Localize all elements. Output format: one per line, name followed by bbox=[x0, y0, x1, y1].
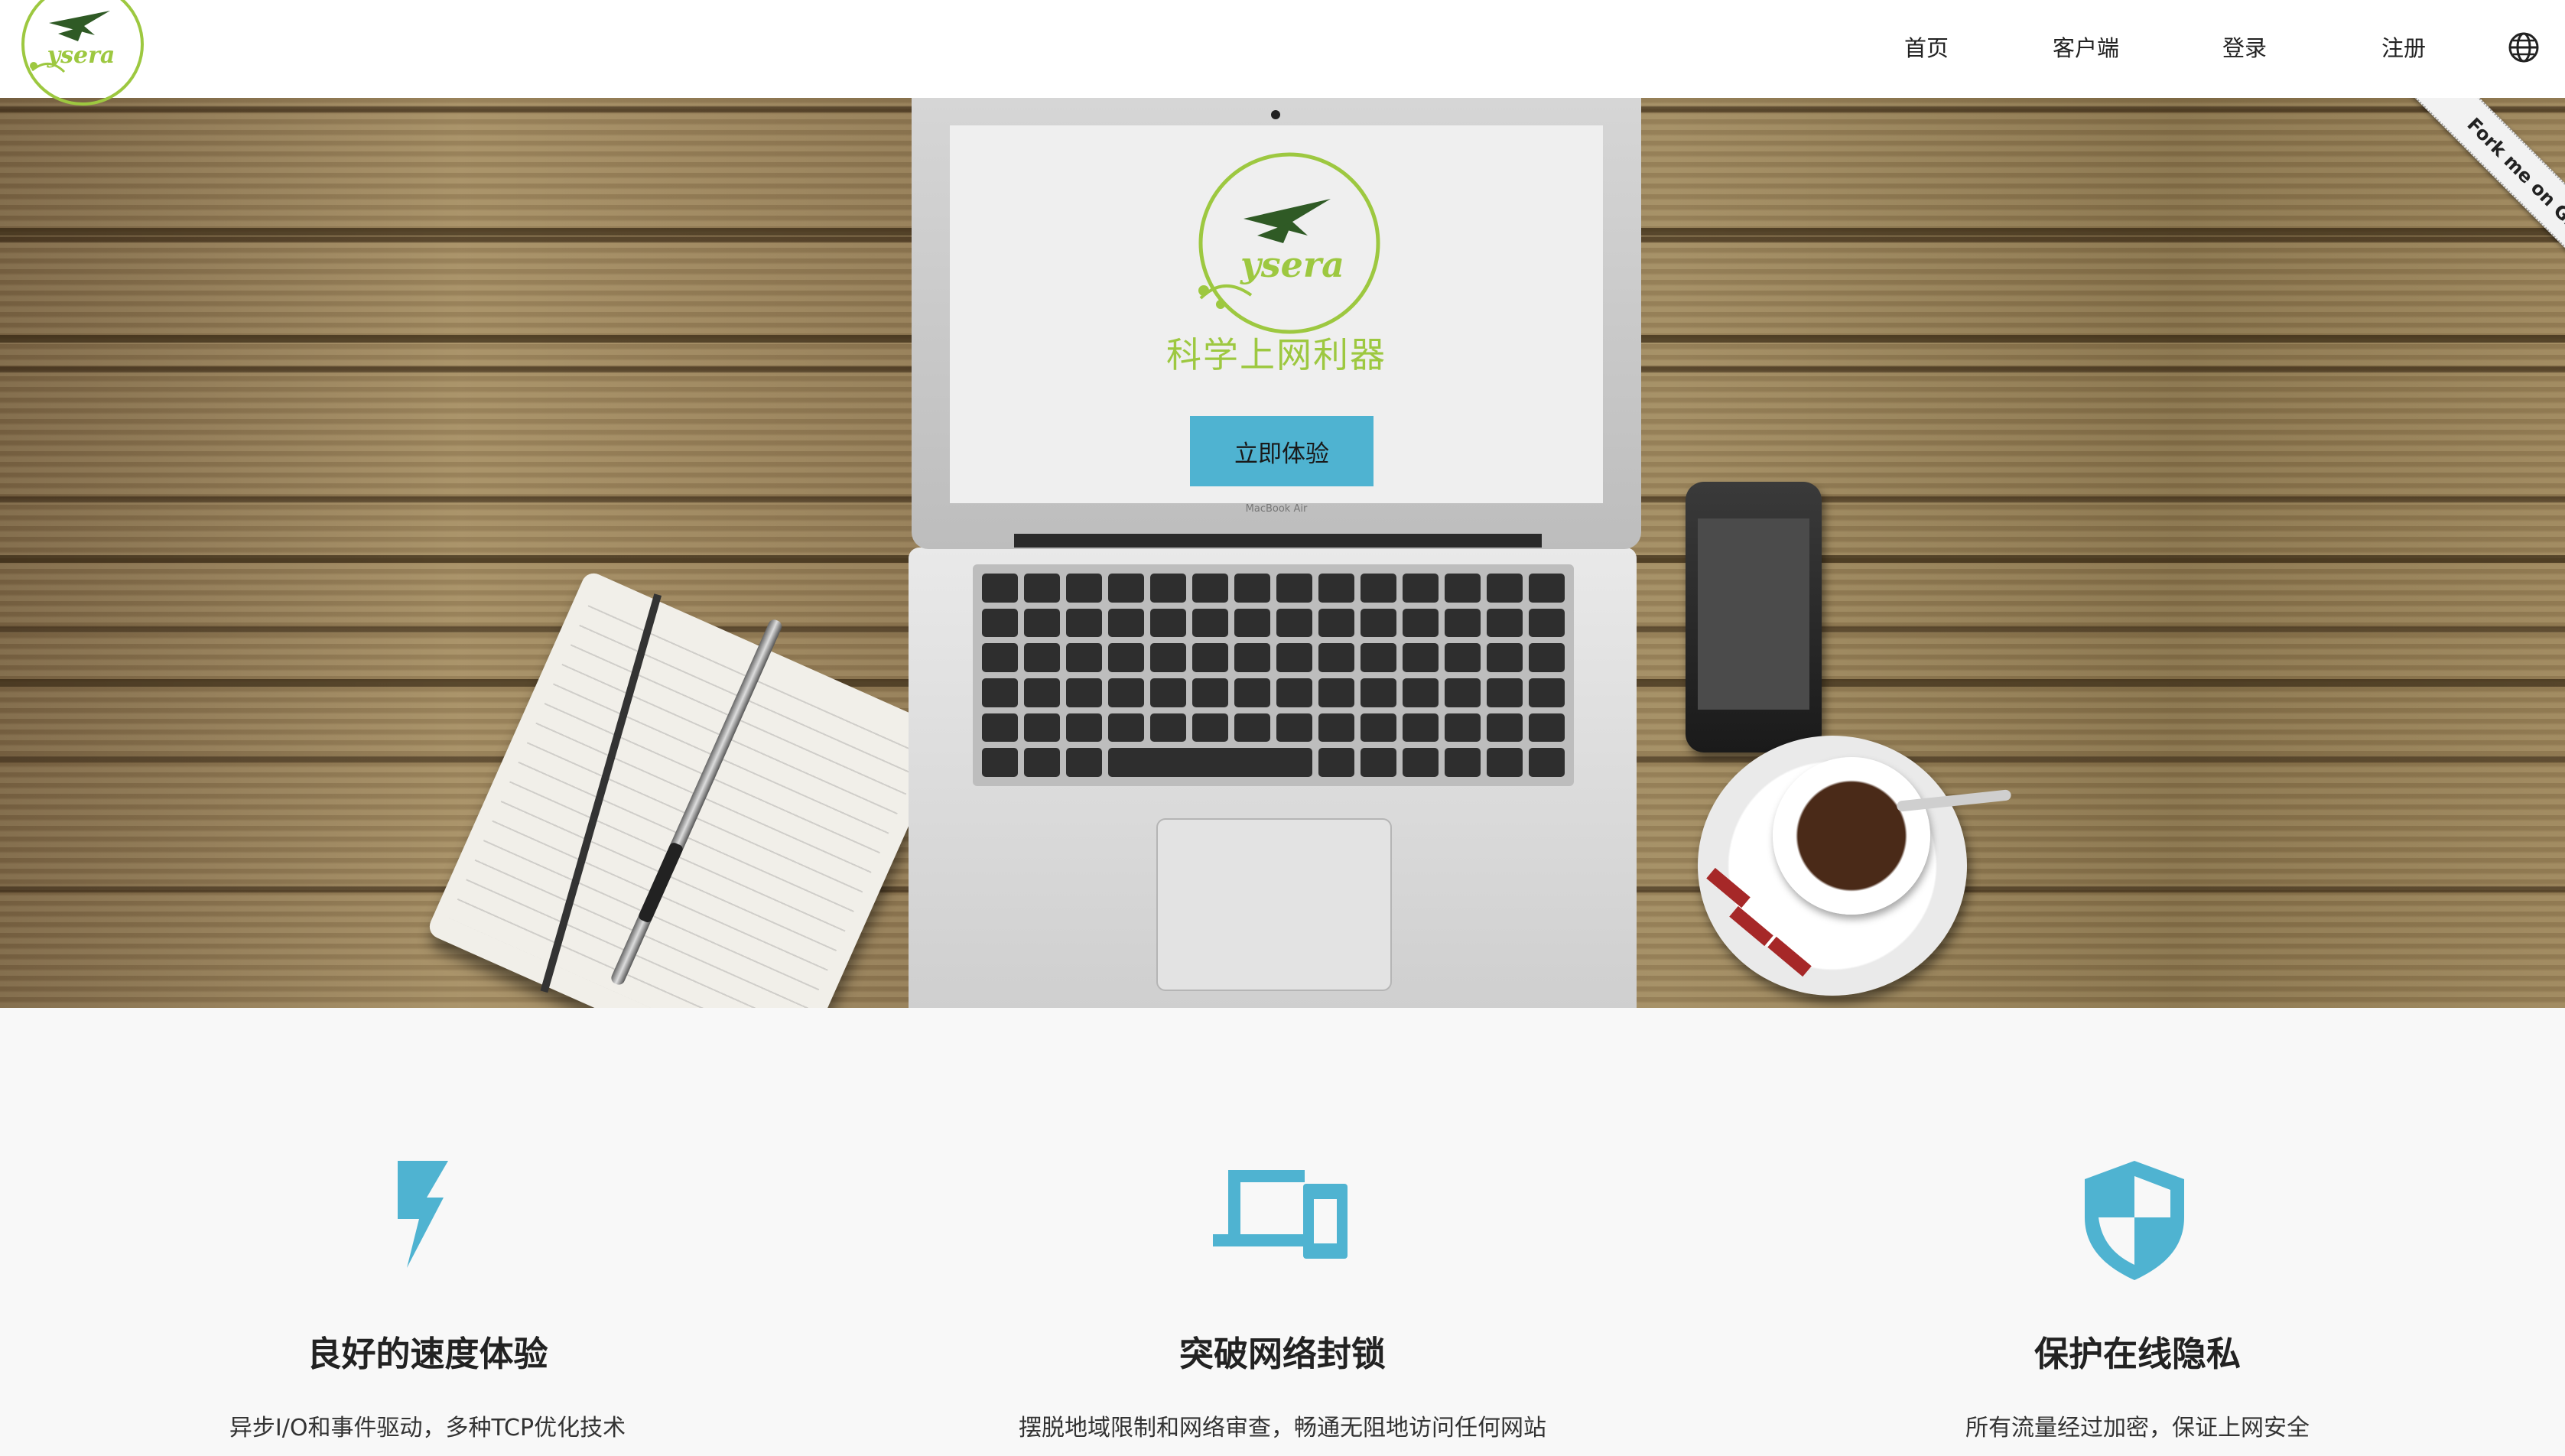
laptop-keyboard bbox=[973, 564, 1574, 786]
nav-register[interactable]: 注册 bbox=[2381, 31, 2426, 63]
nav-client[interactable]: 客户端 bbox=[2053, 31, 2119, 63]
top-navigation-bar: ysera 首页 客户端 登录 注册 bbox=[0, 0, 2565, 106]
globe-icon[interactable] bbox=[2507, 31, 2541, 64]
saucer-stripe bbox=[1767, 936, 1812, 977]
nav-login[interactable]: 登录 bbox=[2222, 31, 2267, 63]
pen-grip bbox=[637, 841, 684, 924]
notebook-image bbox=[425, 569, 951, 1008]
fork-on-github-ribbon[interactable]: Fork me on GitHub bbox=[2409, 98, 2565, 315]
hero-logo: ysera bbox=[1198, 152, 1380, 334]
feature-title: 突破网络封锁 bbox=[1178, 1334, 1386, 1374]
coffee-cup-image bbox=[1773, 757, 1930, 915]
feature-title: 保护在线隐私 bbox=[2033, 1334, 2241, 1374]
laptop-trackpad bbox=[1156, 818, 1392, 991]
hero-logo-wordmark: ysera bbox=[1240, 244, 1344, 285]
devices-icon bbox=[1213, 1170, 1348, 1259]
laptop-model-label: MacBook Air bbox=[1245, 503, 1308, 515]
nav-home[interactable]: 首页 bbox=[1904, 31, 1949, 63]
ysera-logo[interactable]: ysera bbox=[18, 0, 147, 109]
saucer-stripe bbox=[1729, 905, 1773, 947]
feature-unblock: 突破网络封锁 摆脱地域限制和网络审查，畅通无阻地访问任何网站 bbox=[855, 1008, 1710, 1456]
lightning-icon bbox=[398, 1161, 448, 1268]
feature-speed: 良好的速度体验 异步I/O和事件驱动，多种TCP优化技术 bbox=[0, 1008, 855, 1456]
phone-image bbox=[1686, 482, 1822, 752]
laptop-hinge bbox=[1014, 534, 1542, 548]
laptop-camera bbox=[1271, 110, 1280, 119]
hero-slogan: 科学上网利器 bbox=[1166, 334, 1387, 375]
feature-title: 良好的速度体验 bbox=[307, 1334, 548, 1374]
feature-description: 异步I/O和事件驱动，多种TCP优化技术 bbox=[229, 1415, 626, 1441]
saucer-stripe bbox=[1706, 867, 1751, 908]
feature-description: 摆脱地域限制和网络审查，畅通无阻地访问任何网站 bbox=[1019, 1415, 1546, 1441]
hero-banner: ysera 科学上网利器 立即体验 MacBook Air bbox=[0, 98, 2565, 1008]
feature-privacy: 保护在线隐私 所有流量经过加密，保证上网安全 bbox=[1710, 1008, 2565, 1456]
try-now-button[interactable]: 立即体验 bbox=[1190, 416, 1374, 486]
shield-icon bbox=[2085, 1161, 2184, 1280]
github-ribbon-container: Fork me on GitHub bbox=[2348, 98, 2565, 315]
feature-description: 所有流量经过加密，保证上网安全 bbox=[1965, 1415, 2310, 1441]
logo-wordmark: ysera bbox=[47, 42, 115, 69]
phone-screen bbox=[1698, 518, 1809, 710]
